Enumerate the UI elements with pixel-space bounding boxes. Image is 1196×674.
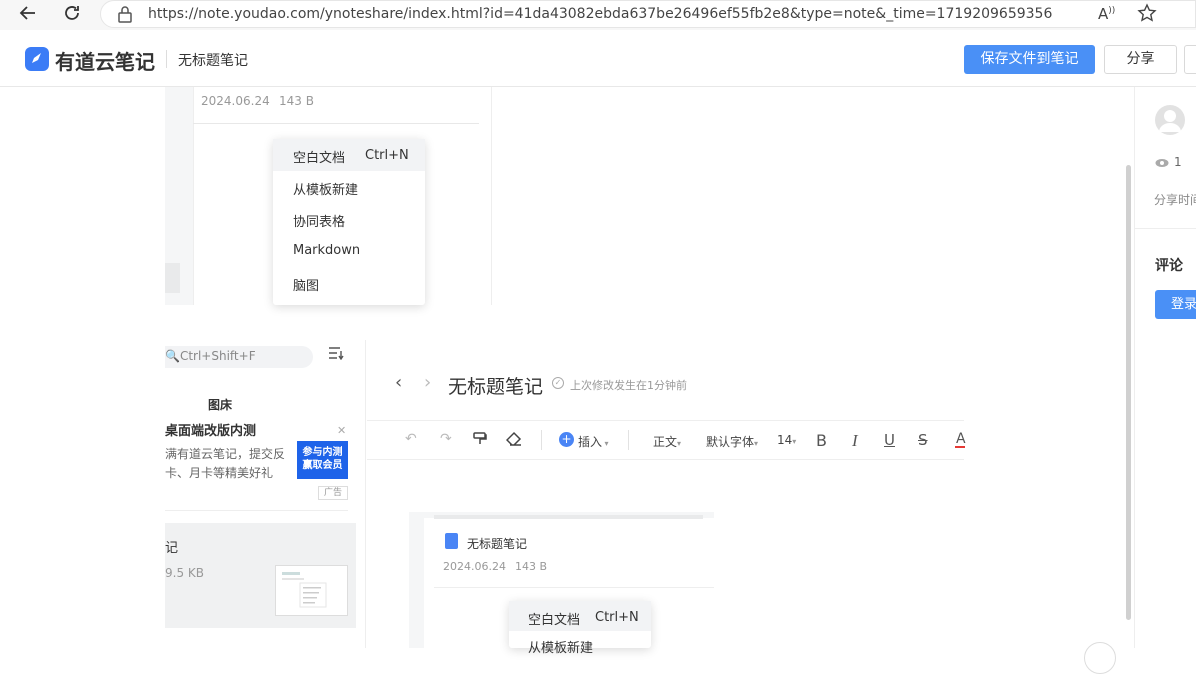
menu-item-markdown[interactable]: Markdown — [293, 243, 360, 258]
read-aloud-icon[interactable]: A)) — [1098, 5, 1115, 23]
eraser-icon[interactable] — [505, 431, 523, 451]
menu-shortcut: Ctrl+N — [365, 148, 409, 163]
embedded-image-topbar — [434, 515, 703, 519]
app-name: 有道云笔记 — [55, 50, 155, 74]
bold-button[interactable]: B — [816, 431, 827, 450]
menu-item-blank-doc[interactable]: 空白文档 — [293, 147, 345, 166]
chevron-left-icon[interactable]: ‹ — [395, 372, 402, 393]
preview-date: 2024.06.24 — [443, 560, 506, 573]
gallery-title: 图床 — [208, 398, 233, 412]
menu-item-blank-doc: 空白文档 — [528, 613, 581, 628]
lock-icon[interactable] — [117, 5, 133, 27]
toolbar-separator — [541, 430, 542, 450]
url-text[interactable]: https://note.youdao.com/ynoteshare/index… — [148, 6, 1052, 22]
font-size-select[interactable]: 14▾ — [777, 433, 796, 447]
sort-icon[interactable] — [328, 346, 344, 364]
paragraph-style-select[interactable]: 正文▾ — [653, 433, 681, 450]
font-color-indicator — [955, 446, 965, 448]
menu-item-template[interactable]: 从模板新建 — [293, 179, 358, 198]
share-time-label: 分享时间 — [1154, 193, 1196, 207]
close-icon[interactable]: ✕ — [337, 424, 346, 437]
ad-text: 满有道云笔记，提交反 — [165, 447, 286, 461]
screenshot-top-sidebar-strip — [165, 263, 180, 293]
ad-image[interactable]: 参与内测 赢取会员 — [297, 441, 348, 479]
share-button[interactable]: 分享 — [1104, 45, 1177, 74]
preview-size: 143 B — [515, 560, 548, 573]
ad-text: 卡、月卡等精美好礼 — [165, 466, 274, 480]
favorite-star-icon[interactable] — [1137, 3, 1157, 27]
note-thumbnail — [275, 565, 348, 616]
header-divider — [166, 50, 167, 68]
chevron-right-icon[interactable]: › — [424, 372, 431, 393]
underline-button[interactable]: U — [884, 431, 895, 449]
comments-title: 评论 — [1155, 258, 1183, 274]
note-item-size: 9.5 KB — [165, 566, 204, 580]
logo-icon — [25, 47, 49, 71]
save-status: 上次修改发生在1分钟前 — [570, 379, 687, 392]
preview-doc-title: 无标题笔记 — [467, 537, 528, 551]
doc-title: 无标题笔记 — [178, 53, 248, 69]
login-button[interactable]: 登录 — [1155, 290, 1196, 319]
right-sidebar — [1134, 87, 1196, 648]
ad-badge: 广告 — [318, 486, 348, 500]
view-count: 1 — [1174, 155, 1182, 169]
font-family-select[interactable]: 默认字体▾ — [706, 433, 758, 450]
divider — [193, 123, 479, 124]
note-item-title: 记 — [165, 541, 179, 556]
toolbar-separator — [628, 430, 629, 450]
strikethrough-button[interactable]: S — [918, 431, 928, 449]
check-icon: ✓ — [552, 377, 564, 389]
plus-icon[interactable]: + — [559, 432, 574, 447]
reload-icon[interactable] — [60, 3, 84, 27]
save-to-notes-button[interactable]: 保存文件到笔记 — [964, 45, 1095, 74]
avatar[interactable] — [1155, 105, 1185, 135]
menu-shortcut: Ctrl+N — [595, 610, 639, 625]
note-date: 2024.06.24 — [201, 94, 270, 108]
menu-item-mindmap[interactable]: 脑图 — [293, 275, 319, 294]
eye-icon — [1155, 157, 1169, 171]
divider — [165, 510, 348, 511]
undo-icon[interactable]: ↶ — [405, 431, 417, 447]
format-painter-icon[interactable] — [472, 431, 488, 451]
back-arrow-icon[interactable] — [16, 3, 40, 27]
search-placeholder: 🔍Ctrl+Shift+F — [165, 349, 256, 363]
note-size: 143 B — [279, 94, 314, 108]
ad-title[interactable]: 桌面端改版内测 — [165, 420, 256, 439]
document-icon — [445, 533, 458, 549]
menu-item-sheet[interactable]: 协同表格 — [293, 211, 345, 230]
insert-button[interactable]: 插入 ▾ — [578, 433, 609, 450]
menu-item-template: 从模板新建 — [528, 641, 594, 656]
scrollbar-thumb[interactable] — [1126, 165, 1131, 620]
italic-button[interactable]: I — [852, 431, 858, 451]
font-color-button[interactable]: A — [956, 431, 966, 447]
editor-title[interactable]: 无标题笔记 — [448, 372, 543, 399]
divider — [434, 587, 714, 588]
divider — [1135, 228, 1196, 229]
more-button[interactable] — [1184, 45, 1196, 74]
scroll-top-button[interactable] — [1084, 642, 1116, 674]
redo-icon[interactable]: ↷ — [440, 431, 452, 447]
